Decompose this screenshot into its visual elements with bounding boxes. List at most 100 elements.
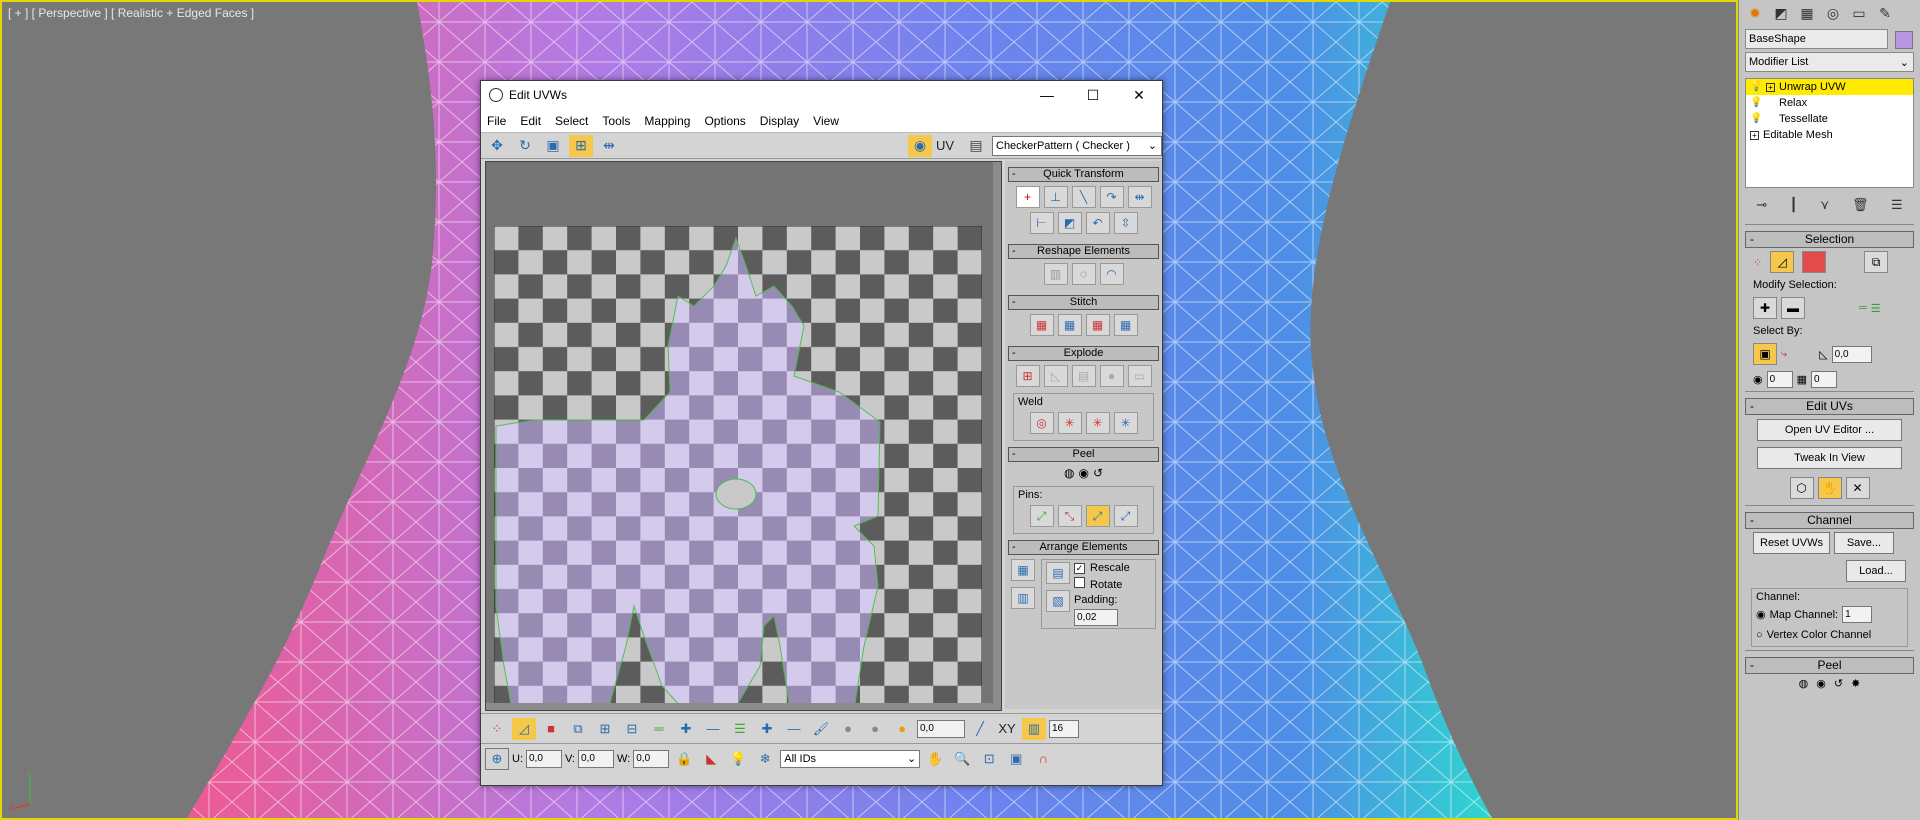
zoom-region-icon[interactable]: ⊡ <box>977 748 1001 770</box>
bulb-icon[interactable]: 💡 <box>1750 95 1762 111</box>
vertex-color-radio[interactable]: ○ <box>1756 629 1763 641</box>
reset-peel-icon[interactable]: ↺ <box>1093 466 1103 480</box>
explode-header[interactable]: - Explode <box>1008 346 1159 361</box>
arrange-elements-header[interactable]: - Arrange Elements <box>1008 540 1159 555</box>
select-id-spinner[interactable]: 0 <box>1766 371 1793 388</box>
menu-display[interactable]: Display <box>760 114 799 128</box>
soft-select-spinner[interactable]: 0,0 <box>917 719 965 738</box>
menu-options[interactable]: Options <box>704 114 745 128</box>
stitch-average-icon[interactable]: ▦ <box>1057 314 1082 336</box>
object-color-swatch[interactable] <box>1895 31 1913 49</box>
stitch-header[interactable]: - Stitch <box>1008 295 1159 310</box>
checkbox-icon[interactable] <box>1074 577 1085 588</box>
tweak-in-view-button[interactable]: Tweak In View <box>1757 447 1902 469</box>
modifier-item-unwrap-uvw[interactable]: 💡 + Unwrap UVW <box>1746 79 1913 95</box>
vertex-select-icon[interactable]: ⁘ <box>1753 256 1762 269</box>
unpin-icon[interactable]: ⤡ <box>1057 505 1082 527</box>
select-sg-spinner[interactable]: 0 <box>1811 371 1838 388</box>
xy-space-label[interactable]: XY <box>995 718 1019 740</box>
u-spinner[interactable]: 0,0 <box>526 749 562 768</box>
uv-checker-map[interactable] <box>494 226 982 710</box>
viewport-label[interactable]: [ + ] [ Perspective ] [ Realistic + Edge… <box>8 6 254 20</box>
show-map-icon[interactable]: ◉ <box>907 134 932 157</box>
loop-shrink-icon[interactable]: — <box>701 718 725 740</box>
rotate-minus-90-icon[interactable]: ↶ <box>1085 212 1110 234</box>
w-spinner[interactable]: 0,0 <box>633 749 670 768</box>
grow-icon[interactable]: ⊞ <box>593 718 617 740</box>
minimize-icon[interactable]: — <box>1024 87 1070 104</box>
grow-selection-icon[interactable]: ✚ <box>1753 297 1777 319</box>
close-icon[interactable]: ✕ <box>1116 87 1162 104</box>
menu-edit[interactable]: Edit <box>520 114 541 128</box>
weld-all-icon[interactable]: ✳ <box>1085 412 1110 434</box>
space-vertical-icon[interactable]: ⇳ <box>1113 212 1138 234</box>
map-channel-radio[interactable]: ◉ <box>1756 608 1766 621</box>
paint-grow-icon[interactable]: ● <box>836 718 860 740</box>
freeform-icon[interactable]: ⊞ <box>569 134 593 157</box>
reshape-elements-header[interactable]: - Reshape Elements <box>1008 244 1159 259</box>
show-end-result-icon[interactable]: ┃ <box>1790 197 1798 213</box>
expand-icon[interactable]: + <box>1750 130 1759 140</box>
weld-selected-icon[interactable]: ✳ <box>1057 412 1082 434</box>
loop-icon[interactable]: ═ <box>647 718 671 740</box>
loop-icon[interactable]: ═ <box>1859 302 1867 314</box>
edit-uvs-header[interactable]: - Edit UVs <box>1745 398 1914 415</box>
hierarchy-tab-icon[interactable]: ▦ <box>1797 4 1817 22</box>
weld-target-icon[interactable]: ◎ <box>1029 412 1054 434</box>
object-name-field[interactable]: BaseShape <box>1745 29 1913 49</box>
bulb-icon[interactable]: 💡 <box>1750 111 1762 127</box>
rescale-checkbox[interactable]: ✓ Rescale <box>1074 562 1130 574</box>
material-id-dropdown[interactable]: All IDs ⌄ <box>780 749 921 768</box>
point-to-point-icon[interactable]: ⤷ <box>1781 348 1787 361</box>
space-horizontal-icon[interactable]: ⇹ <box>1127 186 1152 208</box>
pin-stack-icon[interactable]: ⊸ <box>1756 197 1767 213</box>
flatten-angle-icon[interactable]: ◺ <box>1043 365 1068 387</box>
grid-spinner[interactable]: 16 <box>1049 719 1079 738</box>
vertex-mode-icon[interactable]: ⁘ <box>485 718 509 740</box>
polygon-select-icon[interactable] <box>1802 251 1827 273</box>
select-sg-icon[interactable]: ▦ <box>1797 373 1807 386</box>
pack-normalize-icon[interactable]: ▥ <box>1011 587 1035 609</box>
vertical-scrollbar[interactable] <box>993 162 1001 710</box>
hide-icon[interactable]: ◣ <box>699 748 723 770</box>
selection-rollout-header[interactable]: - Selection <box>1745 231 1914 248</box>
ring-shrink-icon[interactable]: — <box>782 718 806 740</box>
checkbox-icon[interactable]: ✓ <box>1074 563 1085 574</box>
pack-together-icon[interactable]: ▤ <box>1046 562 1070 584</box>
open-uv-editor-button[interactable]: Open UV Editor ... <box>1757 419 1902 441</box>
menu-view[interactable]: View <box>813 114 839 128</box>
pack-settings-icon[interactable]: ▧ <box>1046 590 1070 612</box>
menu-file[interactable]: File <box>487 114 506 128</box>
modify-tab-icon[interactable]: ◩ <box>1771 4 1791 22</box>
window-titlebar[interactable]: Edit UVWs — ☐ ✕ <box>481 81 1162 109</box>
load-button[interactable]: Load... <box>1846 560 1906 582</box>
v-spinner[interactable]: 0,0 <box>578 749 614 768</box>
align-to-edge-icon[interactable]: ◩ <box>1057 212 1082 234</box>
grid-snap-icon[interactable]: ▥ <box>1022 717 1046 740</box>
modifier-item-relax[interactable]: 💡 Relax <box>1746 95 1913 111</box>
remove-modifier-icon[interactable]: 🗑 <box>1852 197 1869 213</box>
reset-uvws-button[interactable]: Reset UVWs <box>1753 532 1830 554</box>
create-tab-icon[interactable]: ✹ <box>1745 4 1765 22</box>
paint-select-icon[interactable]: 🖌 <box>809 718 833 740</box>
utilities-tab-icon[interactable]: ✎ <box>1875 4 1895 22</box>
menu-tools[interactable]: Tools <box>602 114 630 128</box>
padding-spinner[interactable]: 0,02 <box>1074 609 1118 626</box>
pin-select-icon[interactable]: ⤢ <box>1113 505 1138 527</box>
align-diagonal-icon[interactable]: ╲ <box>1071 186 1096 208</box>
reset-peel-icon[interactable]: ↺ <box>1834 677 1843 690</box>
shrink-icon[interactable]: ⊟ <box>620 718 644 740</box>
tweak-icon[interactable]: ⬡ <box>1789 477 1814 499</box>
rotate-90-icon[interactable]: ↷ <box>1099 186 1124 208</box>
stitch-to-target-icon[interactable]: ▦ <box>1029 314 1054 336</box>
freeze-bulb-icon[interactable]: 💡 <box>726 748 750 770</box>
make-unique-icon[interactable]: ⋎ <box>1820 197 1830 213</box>
align-vertical-icon[interactable]: ⊢ <box>1029 212 1054 234</box>
bulb-icon[interactable]: 💡 <box>1750 79 1762 95</box>
ring-icon[interactable]: ☰ <box>1871 302 1881 315</box>
loop-grow-icon[interactable]: ✚ <box>674 718 698 740</box>
rotate-checkbox[interactable]: Rotate <box>1074 577 1130 591</box>
falloff-icon[interactable]: ╱ <box>968 718 992 740</box>
pelt-map-icon[interactable]: ✸ <box>1851 677 1860 690</box>
freeze-icon[interactable]: ❄ <box>753 748 777 770</box>
